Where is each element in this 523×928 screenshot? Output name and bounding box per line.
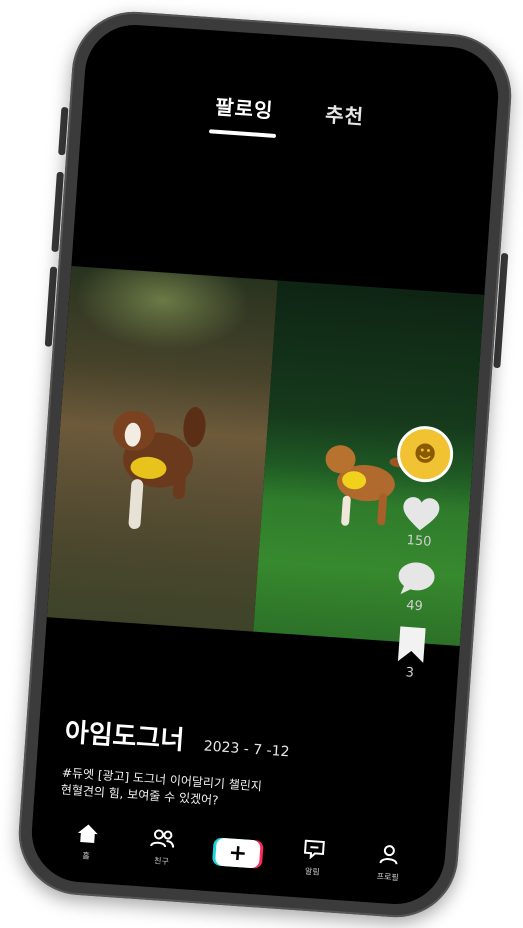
nav-notifications-label: 알림 xyxy=(304,866,320,877)
nav-home-label: 홈 xyxy=(82,851,91,861)
nav-home[interactable]: 홈 xyxy=(61,822,114,863)
post-description: #듀엣 [광고] 도그너 이어달리기 챌린지 현혈견의 힘, 보여줄 수 있겠어… xyxy=(60,765,302,816)
plus-icon[interactable]: + xyxy=(214,837,261,869)
bookmark-icon[interactable] xyxy=(395,625,430,665)
video-left-panel xyxy=(46,266,278,632)
nav-profile[interactable]: 프로필 xyxy=(362,843,415,884)
post-date: 2023 - 7 -12 xyxy=(203,738,290,761)
tab-recommended[interactable]: 추천 xyxy=(324,98,365,130)
comment-count: 49 xyxy=(405,598,424,615)
avatar-character-icon: ☻ xyxy=(412,440,438,468)
bookmark-action[interactable]: 3 xyxy=(393,625,429,682)
comment-action[interactable]: 49 xyxy=(394,559,438,615)
home-icon xyxy=(76,823,100,848)
dog-left-image xyxy=(97,399,216,546)
like-count: 150 xyxy=(406,533,432,550)
bottom-nav: 홈 친구 + 알림 프로필 xyxy=(29,811,446,896)
nav-create[interactable]: + xyxy=(212,837,264,869)
post-username[interactable]: 아임도그너 xyxy=(64,712,186,757)
phone-mockup: 팔로잉 추천 ☻ 150 49 3 아임도그너 2023 - 7 -12 #듀엣… xyxy=(14,7,516,922)
comment-icon[interactable] xyxy=(395,559,437,598)
profile-icon xyxy=(377,844,401,869)
tab-following[interactable]: 팔로잉 xyxy=(214,91,274,124)
bookmark-count: 3 xyxy=(405,665,415,681)
creator-avatar[interactable]: ☻ xyxy=(395,424,455,485)
friends-icon xyxy=(149,828,177,854)
like-action[interactable]: 150 xyxy=(399,495,443,551)
app-screen: 팔로잉 추천 ☻ 150 49 3 아임도그너 2023 - 7 -12 #듀엣… xyxy=(28,21,502,908)
heart-icon[interactable] xyxy=(400,495,442,534)
notification-icon xyxy=(302,839,326,864)
post-caption: 아임도그너 2023 - 7 -12 #듀엣 [광고] 도그너 이어달리기 챌린… xyxy=(60,712,393,822)
nav-friends[interactable]: 친구 xyxy=(136,827,189,868)
nav-notifications[interactable]: 알림 xyxy=(287,838,340,879)
nav-profile-label: 프로필 xyxy=(376,871,400,883)
nav-friends-label: 친구 xyxy=(153,856,170,867)
feed-tabs: 팔로잉 추천 xyxy=(82,81,497,139)
